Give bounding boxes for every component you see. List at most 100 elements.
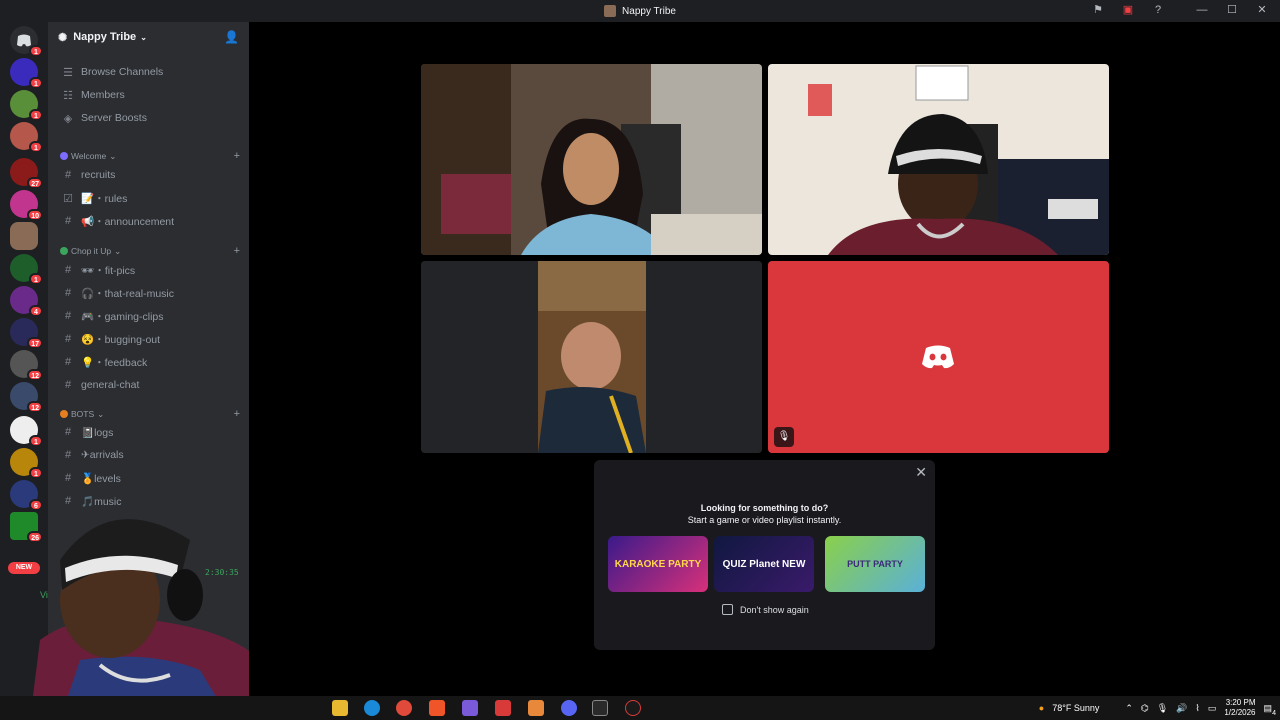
- chevron-down-icon: ⌄: [109, 150, 117, 161]
- notification-count: 4: [1272, 709, 1276, 717]
- category-welcome[interactable]: Welcome ⌄ +: [60, 149, 240, 163]
- close-window-button[interactable]: ✕: [1254, 3, 1270, 16]
- weather-icon: ●: [1038, 703, 1045, 713]
- channel-feedback[interactable]: # 💡・feedback: [56, 352, 241, 372]
- screen-share-icon[interactable]: ▣: [1120, 3, 1136, 16]
- participant-avatar-tile[interactable]: 🎙: [768, 261, 1109, 453]
- server-icon[interactable]: 12: [10, 350, 43, 381]
- brave-browser-icon[interactable]: [429, 700, 445, 716]
- window-title-text: Nappy Tribe: [622, 5, 676, 17]
- microphone-icon[interactable]: 🎙: [1157, 703, 1168, 714]
- help-icon[interactable]: ?: [1150, 4, 1166, 16]
- edge-browser-icon[interactable]: [364, 700, 380, 716]
- activity-karaoke-party[interactable]: KARAOKE PARTY: [608, 536, 708, 592]
- channel-label: recruits: [81, 169, 116, 181]
- channel-announcement[interactable]: # 📢・announcement: [56, 211, 241, 231]
- obs-icon[interactable]: [592, 700, 608, 716]
- members-icon: ☷: [63, 89, 73, 102]
- channel-that-real-music[interactable]: # 🎧・that-real-music: [56, 283, 241, 303]
- channel-recruits[interactable]: # recruits: [56, 165, 241, 185]
- participant-video-tile[interactable]: [421, 261, 762, 453]
- server-icon[interactable]: 1: [10, 90, 43, 121]
- item-label: Server Boosts: [81, 112, 147, 124]
- notifications-icon[interactable]: ▤ 4: [1263, 703, 1276, 717]
- network-icon[interactable]: ⌬: [1141, 703, 1149, 714]
- inbox-icon[interactable]: ⚑: [1090, 3, 1106, 16]
- server-icon[interactable]: 4: [10, 286, 43, 317]
- minimize-button[interactable]: —: [1194, 4, 1210, 16]
- channel-logs[interactable]: # 📓logs: [56, 422, 241, 442]
- activity-putt-party[interactable]: PUTT PARTY: [825, 536, 925, 592]
- channel-label: 🎮・gaming-clips: [81, 310, 164, 323]
- channel-gaming-clips[interactable]: # 🎮・gaming-clips: [56, 306, 241, 326]
- category-bots[interactable]: BOTS ⌄ +: [60, 407, 240, 421]
- item-label: Browse Channels: [81, 66, 164, 78]
- nappy-tribe-server-icon[interactable]: [10, 222, 38, 250]
- unread-badge: 10: [27, 209, 43, 221]
- unread-badge: 1: [29, 467, 43, 479]
- server-name: Nappy Tribe: [73, 31, 137, 43]
- channel-fit-pics[interactable]: # 🕶・fit-pics: [56, 260, 241, 280]
- server-icon[interactable]: 27: [10, 158, 43, 189]
- hash-icon: #: [64, 264, 72, 276]
- dont-show-again-option[interactable]: Don't show again: [722, 604, 809, 615]
- window-title: Nappy Tribe: [604, 5, 676, 17]
- server-icon[interactable]: 10: [10, 190, 43, 221]
- category-name: BOTS: [71, 409, 95, 419]
- channel-arrivals[interactable]: # ✈arrivals: [56, 445, 241, 465]
- invite-people-icon[interactable]: 👤: [224, 30, 239, 44]
- create-channel-plus-icon[interactable]: +: [234, 150, 240, 162]
- server-icon[interactable]: 1: [10, 122, 43, 153]
- file-explorer-icon[interactable]: [332, 700, 348, 716]
- chrome-icon[interactable]: [396, 700, 412, 716]
- hash-icon: #: [64, 449, 72, 461]
- chevron-down-icon: ⌄: [140, 32, 147, 42]
- activity-title: KARAOKE PARTY: [614, 558, 702, 570]
- checkbox-label: Don't show again: [740, 604, 809, 615]
- participant-video-feed: [421, 261, 762, 453]
- volume-icon[interactable]: 🔊: [1176, 703, 1187, 714]
- channel-rules[interactable]: ☑ 📝・rules: [56, 188, 241, 208]
- server-icon[interactable]: 1: [10, 58, 43, 89]
- server-guide-icon: ✺: [58, 31, 68, 44]
- server-icon[interactable]: 17: [10, 318, 43, 349]
- hash-icon: #: [64, 287, 72, 299]
- members-item[interactable]: ☷ Members: [56, 85, 241, 105]
- chevron-up-icon[interactable]: ⌃: [1125, 703, 1133, 714]
- home-discord-icon[interactable]: 1: [10, 26, 43, 57]
- category-dot-icon: [60, 247, 68, 255]
- channel-label: 🕶・fit-pics: [81, 264, 136, 277]
- browse-channels-item[interactable]: ☰ Browse Channels: [56, 62, 241, 82]
- activity-quiz-planet[interactable]: QUIZ Planet NEW: [714, 536, 814, 592]
- server-icon[interactable]: 1: [10, 254, 43, 285]
- server-icon[interactable]: 12: [10, 382, 43, 413]
- channel-levels[interactable]: # 🏅levels: [56, 468, 241, 488]
- participant-video-tile[interactable]: [768, 64, 1109, 255]
- maximize-button[interactable]: ☐: [1224, 3, 1240, 16]
- app-icon[interactable]: [462, 700, 478, 716]
- close-icon[interactable]: ✕: [915, 464, 927, 481]
- create-channel-plus-icon[interactable]: +: [234, 408, 240, 420]
- discord-taskbar-icon[interactable]: [561, 700, 577, 716]
- channel-bugging-out[interactable]: # 😵・bugging-out: [56, 329, 241, 349]
- weather-text[interactable]: 78°F Sunny: [1052, 703, 1099, 713]
- clock[interactable]: 3:20 PM 1/2/2026: [1224, 698, 1255, 718]
- channel-general-chat[interactable]: # general-chat: [56, 375, 241, 395]
- channel-label: general-chat: [81, 379, 140, 391]
- app-icon[interactable]: [495, 700, 511, 716]
- hash-icon: #: [64, 215, 72, 227]
- wifi-icon[interactable]: ⌇: [1195, 703, 1199, 714]
- create-channel-plus-icon[interactable]: +: [234, 245, 240, 257]
- category-chop-it-up[interactable]: Chop it Up ⌄ +: [60, 244, 240, 258]
- channel-label: 📝・rules: [81, 192, 128, 205]
- server-icon[interactable]: 1: [10, 416, 43, 447]
- server-icon[interactable]: 1: [10, 448, 43, 479]
- participant-video-tile[interactable]: [421, 64, 762, 255]
- server-boosts-item[interactable]: ◈ Server Boosts: [56, 108, 241, 128]
- chrome-active-icon[interactable]: [528, 700, 544, 716]
- battery-icon[interactable]: ▭: [1208, 703, 1217, 714]
- server-header[interactable]: ✺ Nappy Tribe ⌄ 👤: [48, 22, 249, 52]
- activities-popup: ✕ Looking for something to do? Start a g…: [594, 460, 935, 650]
- dont-show-again-checkbox[interactable]: [722, 604, 733, 615]
- app-icon[interactable]: [625, 700, 641, 716]
